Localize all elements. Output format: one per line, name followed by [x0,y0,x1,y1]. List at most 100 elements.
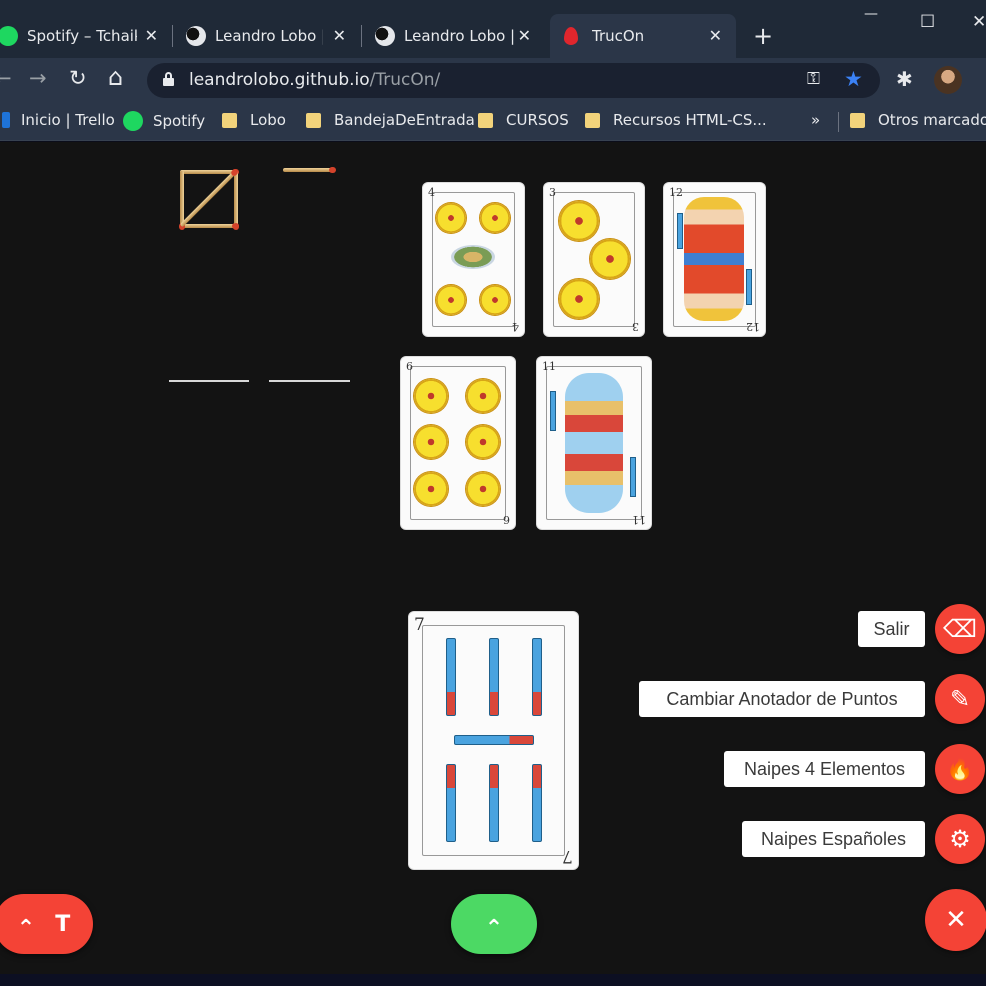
bookmark-label: Inicio | Trello [21,111,115,129]
reload-button[interactable]: ↻ [69,66,87,90]
card-12-espadas[interactable]: 12 12 [664,183,765,336]
coin-pip [414,379,448,413]
fire-icon[interactable]: 🔥 [935,744,985,794]
hand-toggle-fab[interactable]: ⌃ [451,894,537,954]
trello-icon [2,112,10,128]
tab-leandro-lobo-2[interactable]: Leandro Lobo | Artículos ✕ [375,14,545,58]
maximize-button[interactable]: ☐ [920,12,935,32]
folder-icon [585,112,600,128]
bookmark-label: CURSOS [506,111,569,129]
card-number: 11 [542,360,556,373]
menu-label-cambiar-anotador[interactable]: Cambiar Anotador de Puntos [639,681,925,717]
backspace-icon[interactable]: ⌫ [935,604,985,654]
coin-pip [414,425,448,459]
tab-leandro-lobo[interactable]: Leandro Lobo | Web Developer ✕ [186,14,356,58]
menu-icon[interactable]: ⋮ [980,67,986,91]
matchstick [180,169,239,175]
back-button[interactable]: ← [0,66,12,90]
other-bookmarks[interactable]: Otros marcadores [850,111,986,129]
card-11-espadas[interactable]: 11 11 [537,357,651,529]
truco-fab[interactable]: ⌃ T [0,894,93,954]
profile-avatar[interactable] [934,66,962,94]
lock-icon[interactable] [163,72,174,86]
spotify-icon [0,26,18,46]
matchstick [283,167,336,173]
coin-pip [466,379,500,413]
close-tab-icon[interactable]: ✕ [518,26,531,45]
close-tab-icon[interactable]: ✕ [333,26,346,45]
bookmark-cursos[interactable]: CURSOS [478,111,569,129]
forward-button[interactable]: → [29,66,47,90]
card-number: 12 [746,320,760,333]
new-tab-button[interactable]: + [753,22,773,50]
sword-icon [677,213,683,249]
minimize-button[interactable]: — [864,6,878,22]
bookmark-star-icon[interactable]: ★ [844,67,863,91]
truco-t-icon: T [55,911,71,937]
address-bar[interactable]: leandrolobo.github.io/TrucOn/ ⚿ ★ [147,63,880,98]
gear-icon[interactable]: ⚙ [935,814,985,864]
sword-icon [532,638,542,716]
menu-label-salir[interactable]: Salir [858,611,925,647]
bookmark-trello[interactable]: Inicio | Trello [2,111,115,129]
coin-pip [480,203,510,233]
score-blank-line [169,380,249,382]
close-window-button[interactable]: ✕ [972,12,986,32]
close-menu-button[interactable]: ✕ [925,889,986,951]
folder-icon [222,112,237,128]
sword-icon [446,638,456,716]
coin-pip [436,285,466,315]
card-number: 7 [414,615,425,635]
tab-separator [172,25,173,47]
sword-icon [630,457,636,497]
coin-pip [559,201,599,241]
app-window: Spotify – Tchaikovsky ✕ Leandro Lobo | W… [0,0,986,986]
card-3-oros[interactable]: 3 3 [544,183,644,336]
folder-icon [306,112,321,128]
folder-icon [850,112,865,128]
sword-icon [489,764,499,842]
matchstick [179,171,185,230]
king-figure-icon [684,197,744,321]
tab-trucon[interactable]: TrucOn ✕ [550,14,736,58]
sword-icon [746,269,752,305]
hand-card-7-espadas[interactable]: 7 7 [409,612,578,869]
desktop-background [0,974,986,986]
close-tab-icon[interactable]: ✕ [709,26,722,45]
game-page: 4 4 3 3 12 12 6 6 11 11 7 7 Salir ⌫ Camb… [0,142,986,974]
spotify-icon [123,111,143,131]
coin-pip [590,239,630,279]
tab-spotify[interactable]: Spotify – Tchaikovsky ✕ [0,14,168,58]
bookmark-label: Spotify [153,112,206,130]
extensions-icon[interactable]: ✱ [896,67,913,91]
tab-title: TrucOn [592,27,645,45]
close-tab-icon[interactable]: ✕ [145,26,158,45]
card-number: 7 [562,846,573,866]
bookmark-spotify[interactable]: Spotify [123,111,205,131]
bookmark-bandeja[interactable]: BandejaDeEntrada [306,111,475,129]
bookmark-lobo[interactable]: Lobo [222,111,286,129]
card-number: 4 [428,186,435,199]
score-blank-line [269,380,350,382]
card-6-oros[interactable]: 6 6 [401,357,515,529]
key-icon[interactable]: ⚿ [807,69,820,89]
coin-pip [480,285,510,315]
card-number: 4 [512,320,519,333]
horse-figure-icon [565,373,623,513]
card-number: 6 [406,360,413,373]
card-4-oros[interactable]: 4 4 [423,183,524,336]
browser-toolbar: ← → ↻ ⌂ leandrolobo.github.io/TrucOn/ ⚿ … [0,58,986,103]
coin-pip [466,425,500,459]
chevron-up-icon: ⌃ [484,915,504,941]
menu-label-naipes-espanoles[interactable]: Naipes Españoles [742,821,925,857]
home-button[interactable]: ⌂ [108,63,123,91]
bookmark-recursos[interactable]: Recursos HTML-CS... [585,111,767,129]
laurel-shield-icon [451,245,495,269]
card-number: 12 [669,186,683,199]
menu-label-naipes-4-elementos[interactable]: Naipes 4 Elementos [724,751,925,787]
bookmarks-overflow-button[interactable]: » [811,111,820,129]
sword-icon [550,391,556,431]
pencil-icon[interactable]: ✎ [935,674,985,724]
url-text[interactable]: leandrolobo.github.io/TrucOn/ [189,70,440,90]
leandro-lobo-favicon [186,26,206,46]
